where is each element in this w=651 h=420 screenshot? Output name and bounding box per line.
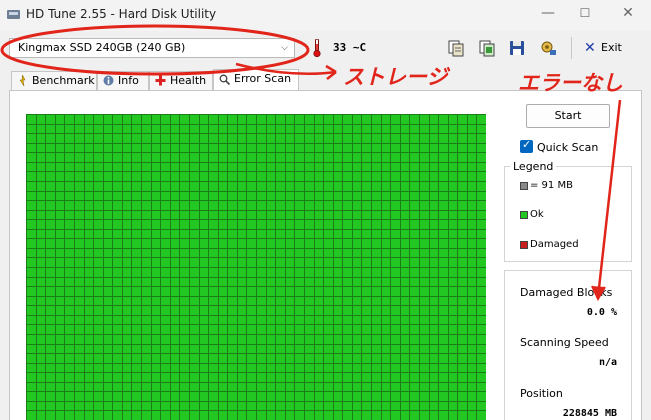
annotation-arrowhead	[325, 64, 337, 80]
start-button[interactable]: Start	[526, 104, 610, 128]
annotation-storage: ストレージ	[343, 65, 448, 89]
checkbox-checked-icon: ✓	[520, 138, 533, 153]
position-value: 228845 MB	[562, 408, 617, 419]
tab-label: Info	[118, 74, 139, 87]
exit-button[interactable]: ✕ Exit	[584, 39, 626, 57]
temperature-readout: 33 ~C	[333, 41, 367, 54]
chevron-down-icon: ⌵	[281, 43, 288, 53]
exit-label: Exit	[601, 41, 622, 54]
close-button[interactable]: ✕	[608, 2, 648, 26]
save-icon[interactable]	[508, 39, 526, 57]
benchmark-icon	[19, 75, 26, 86]
tab-label: Error Scan	[234, 72, 292, 85]
tab-label: Benchmark	[32, 74, 95, 87]
title-bar: HD Tune 2.55 - Hard Disk Utility — ☐ ✕	[0, 0, 651, 31]
drive-select[interactable]: Kingmax SSD 240GB (240 GB) ⌵	[9, 38, 295, 58]
legend-swatch-green	[520, 211, 528, 219]
scanning-speed-label: Scanning Speed	[520, 336, 609, 349]
window-title: HD Tune 2.55 - Hard Disk Utility	[26, 7, 217, 21]
damaged-blocks-label: Damaged Blocks	[520, 286, 613, 299]
drive-select-value: Kingmax SSD 240GB (240 GB)	[18, 41, 186, 54]
legend-title: Legend	[510, 160, 557, 173]
position-label: Position	[520, 387, 563, 400]
app-icon	[7, 10, 20, 19]
quick-scan-label: Quick Scan	[537, 141, 599, 154]
annotation-no-errors: エラーなし	[518, 71, 623, 95]
legend-swatch-red	[520, 241, 528, 249]
tab-info[interactable]: Info	[97, 71, 149, 90]
magnifier-icon	[219, 74, 230, 85]
thermometer-icon	[313, 39, 321, 57]
copy-info-icon[interactable]	[447, 39, 465, 57]
toolbar-separator	[571, 37, 572, 59]
options-icon[interactable]	[540, 39, 558, 57]
info-icon	[103, 75, 114, 86]
scan-block-map	[26, 114, 486, 420]
copy-screenshot-icon[interactable]	[478, 39, 496, 57]
legend-label: = 91 MB	[530, 180, 573, 191]
damaged-blocks-value: 0.0 %	[586, 307, 617, 318]
legend-swatch-gray	[520, 182, 528, 190]
maximize-button[interactable]: ☐	[565, 2, 605, 26]
tab-label: Health	[170, 74, 207, 87]
legend-label: Damaged	[530, 239, 579, 250]
legend-label: Ok	[530, 209, 544, 220]
health-icon	[155, 75, 166, 86]
scan-block-grid	[26, 114, 486, 420]
tab-benchmark[interactable]: Benchmark	[11, 71, 97, 90]
exit-icon: ✕	[584, 40, 596, 56]
minimize-button[interactable]: —	[528, 2, 568, 26]
tab-health[interactable]: Health	[149, 71, 213, 90]
scanning-speed-value: n/a	[598, 357, 617, 368]
tab-error-scan[interactable]: Error Scan	[213, 69, 299, 91]
